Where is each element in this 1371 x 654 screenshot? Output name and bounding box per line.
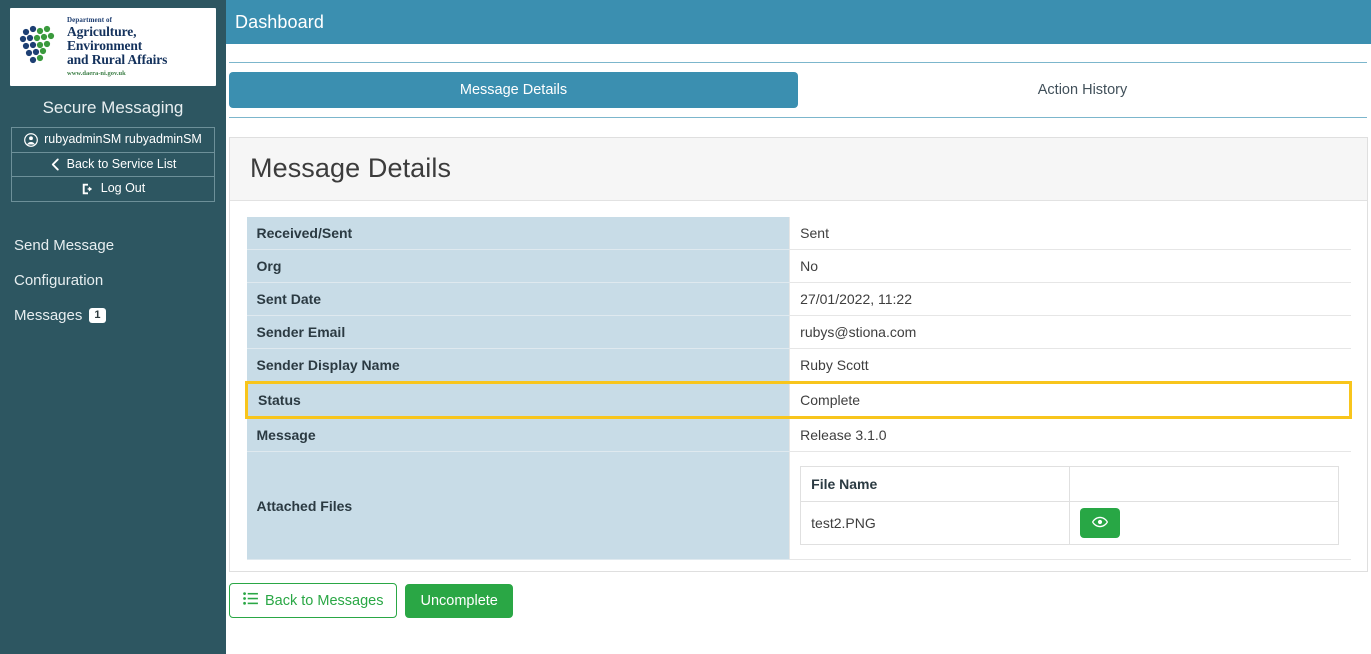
chevron-left-icon (50, 158, 61, 171)
main-content: Dashboard Message Details Action History… (226, 0, 1371, 654)
row-value: Sent (789, 217, 1351, 250)
sidebar-item-configuration[interactable]: Configuration (0, 263, 226, 298)
message-details-card: Message Details Received/Sent Sent Org N… (229, 137, 1368, 572)
app-root: Department of Agriculture, Environment a… (0, 0, 1371, 654)
sidebar-item-label: Send Message (14, 236, 115, 254)
top-header-bar: Dashboard (226, 0, 1371, 44)
row-value: 27/01/2022, 11:22 (789, 282, 1351, 316)
tabs-bottom-divider (229, 117, 1367, 118)
user-profile-button[interactable]: rubyadminSM rubyadminSM (11, 127, 215, 153)
table-row-attached-files: Attached Files File Name test2.PNG (246, 451, 1351, 560)
row-label: Sender Email (246, 315, 790, 349)
attached-files-cell: File Name test2.PNG (789, 451, 1351, 560)
log-out-label: Log Out (100, 181, 146, 196)
table-row: Sender Display Name Ruby Scott (246, 348, 1351, 383)
row-label: Sent Date (246, 282, 790, 316)
logo-department-line: Department of (67, 15, 113, 24)
file-actions-cell (1069, 501, 1338, 545)
logo-title-line2: and Rural Affairs (67, 52, 168, 68)
messages-count-badge: 1 (89, 307, 106, 324)
table-row: Org No (246, 249, 1351, 283)
card-body: Received/Sent Sent Org No Sent Date 27/0… (230, 201, 1367, 571)
user-profile-label: rubyadminSM rubyadminSM (44, 132, 202, 146)
view-file-button[interactable] (1079, 508, 1120, 538)
row-value: No (789, 249, 1351, 283)
tab-message-details[interactable]: Message Details (229, 72, 798, 108)
back-to-service-list-button[interactable]: Back to Service List (11, 152, 215, 178)
sidebar-item-label: Messages (14, 306, 83, 324)
list-icon (243, 592, 258, 609)
files-column-actions (1069, 466, 1338, 502)
eye-icon (1091, 516, 1108, 531)
card-header: Message Details (230, 138, 1367, 201)
files-column-file-name: File Name (800, 466, 1070, 502)
logo-title-line1: Agriculture, Environment (67, 23, 143, 54)
tab-bar: Message Details Action History (229, 63, 1367, 117)
sidebar-nav: Send Message Configuration Messages 1 (0, 228, 226, 333)
row-value: Release 3.1.0 (789, 417, 1351, 452)
user-actions-group: rubyadminSM rubyadminSM Back to Service … (11, 127, 215, 202)
page-title: Dashboard (235, 11, 324, 32)
row-label: Received/Sent (246, 217, 790, 250)
tab-action-history[interactable]: Action History (798, 72, 1367, 108)
card-title: Message Details (250, 153, 452, 183)
table-row: Received/Sent Sent (246, 217, 1351, 250)
table-row-status-highlighted: Status Complete (244, 381, 1352, 419)
sidebar-item-send-message[interactable]: Send Message (0, 228, 226, 263)
row-label: Org (246, 249, 790, 283)
file-row: test2.PNG (800, 501, 1338, 545)
app-brand-title: Secure Messaging (42, 98, 184, 117)
row-label: Status (244, 381, 790, 419)
status-value: Complete (789, 381, 1352, 419)
daera-logo-mark (18, 24, 60, 70)
user-circle-icon (24, 132, 39, 147)
table-row: Message Release 3.1.0 (246, 417, 1351, 452)
back-to-messages-label: Back to Messages (265, 592, 384, 609)
attached-files-label: Attached Files (246, 451, 790, 560)
row-value: rubys@stiona.com (789, 315, 1351, 349)
back-to-messages-button[interactable]: Back to Messages (229, 583, 398, 618)
tabs-region: Message Details Action History (226, 44, 1371, 118)
files-header-row: File Name (800, 466, 1338, 502)
row-label: Sender Display Name (246, 348, 790, 383)
table-row: Sender Email rubys@stiona.com (246, 315, 1351, 349)
sign-out-icon (81, 182, 95, 196)
row-label: Message (246, 417, 790, 452)
sidebar: Department of Agriculture, Environment a… (0, 0, 226, 654)
file-name-cell: test2.PNG (800, 501, 1070, 545)
daera-logo-text: Department of Agriculture, Environment a… (60, 15, 208, 77)
log-out-button[interactable]: Log Out (11, 177, 215, 202)
uncomplete-button[interactable]: Uncomplete (405, 583, 513, 618)
table-row: Sent Date 27/01/2022, 11:22 (246, 282, 1351, 316)
logo-url: www.daera-ni.gov.uk (67, 69, 126, 77)
daera-logo: Department of Agriculture, Environment a… (10, 8, 216, 86)
attached-files-table: File Name test2.PNG (800, 466, 1339, 545)
message-details-table: Received/Sent Sent Org No Sent Date 27/0… (244, 217, 1352, 560)
sidebar-item-label: Configuration (14, 271, 104, 289)
sidebar-item-messages[interactable]: Messages 1 (0, 298, 226, 333)
footer-action-bar: Back to Messages Uncomplete (226, 572, 1371, 618)
back-to-service-list-label: Back to Service List (66, 156, 177, 171)
row-value: Ruby Scott (789, 348, 1351, 383)
